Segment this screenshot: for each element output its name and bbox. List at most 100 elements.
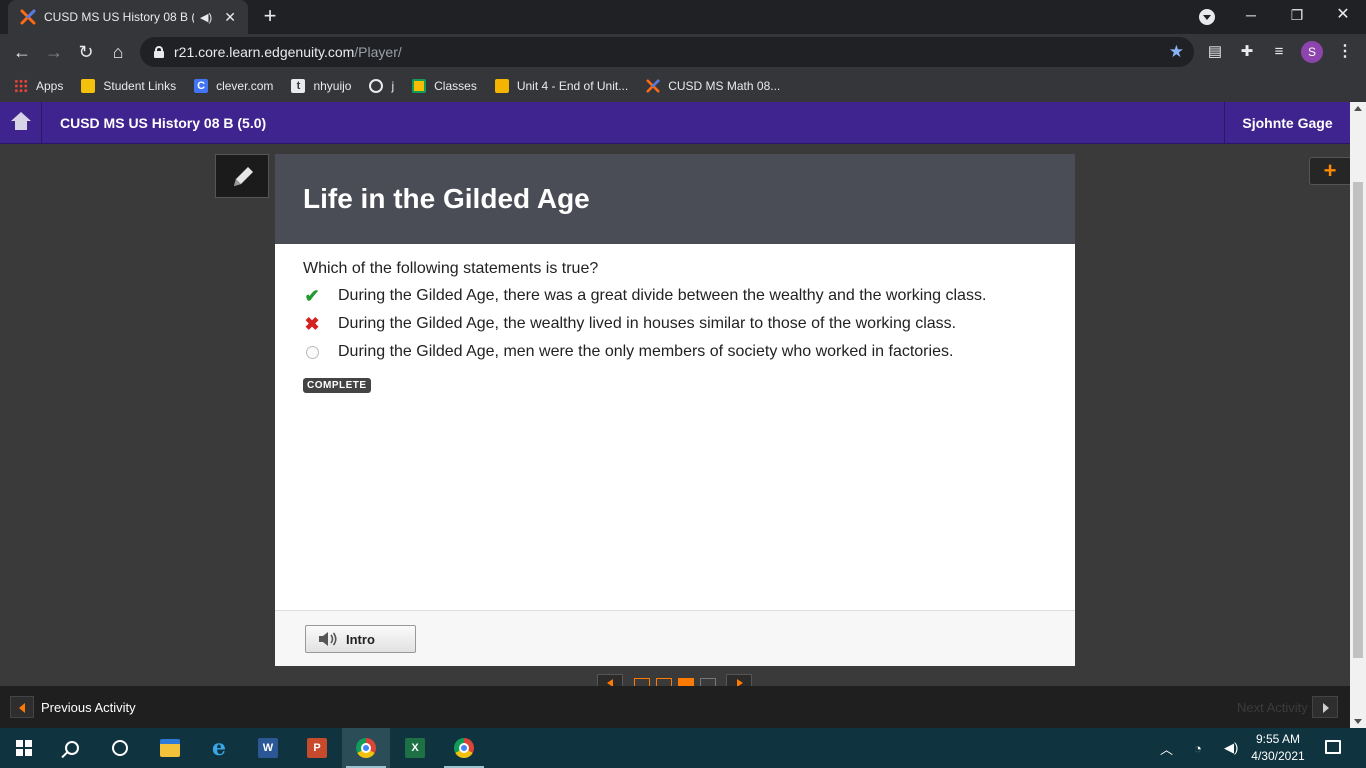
restore-button[interactable]: ❐ [1274,0,1320,32]
bookmark-star-icon[interactable]: ★ [1169,42,1184,62]
tab-search-icon[interactable] [1199,9,1215,25]
folder-icon [81,79,96,93]
next-activity-link[interactable]: Next Activity [1237,686,1308,730]
word-icon: W [258,738,278,758]
edgenuity-favicon-icon [20,9,36,25]
task-view-button[interactable] [96,728,144,768]
answer-option-text: During the Gilded Age, there was a great… [338,287,987,304]
status-badge: COMPLETE [303,378,371,393]
course-header: CUSD MS US History 08 B (5.0) Sjohnte Ga… [0,102,1350,144]
browser-toolbar: ← → ↻ ⌂ r21.core.learn.edgenuity.com/Pla… [0,34,1366,70]
start-button[interactable] [0,728,48,768]
cast-extension-icon[interactable]: ▤ [1205,42,1225,62]
lesson-title: Life in the Gilded Age [303,183,590,214]
previous-activity-arrow-icon[interactable] [10,696,34,718]
x-mark-icon: ✖ [304,313,320,334]
back-arrow-icon[interactable]: ← [8,38,36,66]
course-home-button[interactable] [0,102,42,144]
radio-button[interactable] [303,343,321,361]
expand-tools-plus-button[interactable]: + [1309,157,1350,185]
url-host: r21.core.learn.edgenuity.com [174,44,355,60]
bookmark-nhyuijo[interactable]: t nhyuijo [291,79,351,93]
clock-time: 9:55 AM [1255,732,1301,746]
new-tab-button[interactable]: + [258,5,282,29]
intro-audio-button[interactable]: Intro [305,625,416,653]
chrome-icon [454,738,474,758]
browser-tab-strip: CUSD MS US History 08 B (5. ◀) ✕ + ─ ❐ ✕ [0,0,1366,34]
answer-option-unselected[interactable]: During the Gilded Age, men were the only… [303,341,953,363]
next-activity-arrow-icon[interactable] [1312,696,1338,718]
forward-arrow-icon[interactable]: → [40,38,68,66]
answer-option-incorrect[interactable]: ✖ During the Gilded Age, the wealthy liv… [303,313,956,335]
tumblr-icon: t [291,79,306,93]
profile-avatar[interactable]: S [1301,41,1323,63]
media-controls-icon[interactable]: ≡ [1269,42,1289,62]
bookmark-classes[interactable]: Classes [412,79,477,93]
previous-activity-link[interactable]: Previous Activity [41,686,136,730]
cortana-circle-icon [112,740,128,756]
apps-grid-icon [14,79,28,93]
bookmark-math-08[interactable]: CUSD MS Math 08... [646,79,780,93]
extensions-puzzle-icon[interactable]: ✚ [1237,42,1257,62]
bookmark-label: CUSD MS Math 08... [668,79,781,93]
notes-pencil-button[interactable] [215,154,269,198]
scroll-up-icon[interactable] [1354,106,1362,111]
bookmark-student-links[interactable]: Student Links [81,79,176,93]
taskbar-word[interactable]: W [244,728,292,768]
pencil-icon [234,167,253,186]
excel-icon: X [405,738,425,758]
clever-icon: C [194,79,209,93]
tray-show-hidden-icon[interactable]: ︿ [1160,728,1173,768]
address-bar[interactable]: r21.core.learn.edgenuity.com/Player/ ★ [140,37,1194,67]
windows-logo-icon [16,740,32,756]
lesson-footer: Intro [275,610,1075,666]
bookmark-label: j [391,79,395,93]
taskbar-internet-explorer[interactable]: e [195,728,243,768]
globe-icon [369,79,384,93]
taskbar-excel[interactable]: X [391,728,439,768]
user-name-menu[interactable]: Sjohnte Gage [1224,102,1350,144]
lock-icon[interactable] [154,46,164,58]
taskbar-powerpoint[interactable]: P [293,728,341,768]
lesson-header: Life in the Gilded Age [275,154,1075,244]
bookmark-j[interactable]: j [369,79,394,93]
answer-option-correct[interactable]: ✔ During the Gilded Age, there was a gre… [303,285,986,307]
house-icon [11,112,31,132]
edgenuity-icon [646,79,660,93]
notification-center-icon[interactable] [1325,740,1341,754]
close-window-button[interactable]: ✕ [1320,0,1366,32]
taskbar-clock[interactable]: 9:55 AM 4/30/2021 [1238,731,1318,765]
home-icon[interactable]: ⌂ [104,38,132,66]
course-title: CUSD MS US History 08 B (5.0) [60,115,267,131]
activity-nav-bar: Previous Activity Next Activity [0,686,1350,728]
internet-explorer-icon: e [212,735,226,761]
browser-tab-active[interactable]: CUSD MS US History 08 B (5. ◀) ✕ [8,0,248,34]
google-slides-icon [494,79,509,93]
taskbar-chrome-second[interactable] [440,728,488,768]
bookmark-unit-4[interactable]: Unit 4 - End of Unit... [494,79,628,93]
file-explorer-icon [160,739,180,757]
minimize-button[interactable]: ─ [1228,0,1274,32]
network-icon[interactable]: ◔ [1194,728,1202,768]
question-prompt: Which of the following statements is tru… [303,260,599,277]
bookmark-clever[interactable]: Cclever.com [194,79,273,93]
tab-audio-icon[interactable]: ◀) [200,11,212,24]
reload-icon[interactable]: ↻ [72,38,100,66]
taskbar-search-button[interactable] [48,728,96,768]
bookmark-label: Classes [434,79,477,93]
tab-close-icon[interactable]: ✕ [222,9,238,26]
bookmark-apps[interactable]: Apps [14,79,63,93]
intro-button-label: Intro [346,631,375,647]
scrollbar-thumb[interactable] [1353,182,1363,658]
browser-menu-icon[interactable]: ⋮ [1337,42,1353,62]
url-path: /Player/ [354,44,402,60]
bookmark-label: Apps [36,79,64,93]
scroll-down-icon[interactable] [1354,719,1362,724]
taskbar-chrome-active[interactable] [342,728,390,768]
checkmark-icon: ✔ [304,285,320,306]
taskbar-file-explorer[interactable] [146,728,194,768]
search-icon [65,741,79,755]
windows-taskbar: e W P X ︿ ◔ ◀) 9:55 AM 4/30/2021 [0,728,1366,768]
volume-icon[interactable]: ◀) [1224,728,1238,768]
page-scrollbar[interactable] [1350,102,1366,728]
